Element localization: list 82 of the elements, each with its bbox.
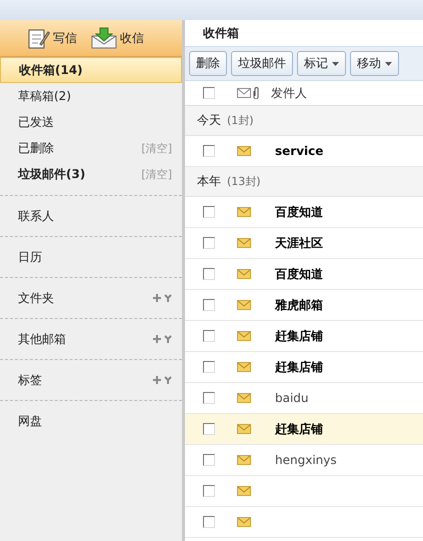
folder-item[interactable]: 收件箱(14) xyxy=(0,57,182,83)
sender-name: service xyxy=(275,144,324,158)
section-link[interactable]: 日历 xyxy=(18,248,42,266)
toolbar-button[interactable]: 移动 xyxy=(350,51,399,76)
row-checkbox[interactable] xyxy=(203,268,215,280)
toolbar-button[interactable]: 垃圾邮件 xyxy=(231,51,293,76)
message-row[interactable]: 赶集店铺 xyxy=(185,352,423,383)
plus-icon[interactable] xyxy=(153,335,161,343)
sender-name: 赶集店铺 xyxy=(275,328,323,344)
envelope-icon xyxy=(237,455,251,465)
row-checkbox[interactable] xyxy=(203,330,215,342)
row-checkbox[interactable] xyxy=(203,392,215,404)
section-link[interactable]: 联系人 xyxy=(18,208,54,224)
folder-item[interactable]: 草稿箱(2) xyxy=(0,83,182,109)
section-link[interactable]: 文件夹 xyxy=(18,290,54,306)
envelope-icon xyxy=(237,517,251,527)
compose-button[interactable]: 写信 xyxy=(28,27,77,49)
envelope-icon xyxy=(237,88,251,98)
folder-item[interactable]: 已发送 xyxy=(0,109,182,135)
envelope-icon xyxy=(237,269,251,279)
toolbar-button[interactable]: 标记 xyxy=(297,51,346,76)
message-row[interactable]: 百度知道 xyxy=(185,259,423,290)
row-checkbox[interactable] xyxy=(203,361,215,373)
select-all-checkbox[interactable] xyxy=(203,87,215,99)
group-count: (1封) xyxy=(227,113,254,128)
paperclip-icon xyxy=(253,87,259,99)
envelope-arrow-icon xyxy=(91,27,117,49)
notepad-pencil-icon xyxy=(28,27,50,49)
row-checkbox[interactable] xyxy=(203,237,215,249)
fork-icon[interactable] xyxy=(164,294,172,302)
envelope-icon xyxy=(237,331,251,341)
sender-name: 赶集店铺 xyxy=(275,420,323,438)
message-row[interactable]: 天涯社区 xyxy=(185,228,423,259)
envelope-icon xyxy=(237,393,251,403)
group-count: (13封) xyxy=(227,174,261,189)
sender-name: baidu xyxy=(275,391,309,405)
column-header[interactable]: 发件人 xyxy=(271,84,307,102)
row-checkbox[interactable] xyxy=(203,299,215,311)
folder-label: 收件箱(14) xyxy=(19,62,83,78)
folder-label: 已发送 xyxy=(18,114,54,130)
sender-name: 赶集店铺 xyxy=(275,358,323,376)
row-checkbox[interactable] xyxy=(203,485,215,497)
fork-icon[interactable] xyxy=(164,376,172,384)
sender-name: 百度知道 xyxy=(275,204,323,220)
toolbar-button[interactable]: 删除 xyxy=(189,51,227,76)
section-link[interactable]: 网盘 xyxy=(18,412,42,430)
envelope-icon xyxy=(237,300,251,310)
folder-label: 已删除 xyxy=(18,140,54,156)
row-checkbox[interactable] xyxy=(203,516,215,528)
folder-item[interactable]: 已删除 [清空] xyxy=(0,135,182,161)
message-row[interactable]: 雅虎邮箱 xyxy=(185,290,423,321)
envelope-icon xyxy=(237,207,251,217)
message-row[interactable]: 赶集店铺 xyxy=(185,321,423,352)
section-link[interactable]: 标签 xyxy=(18,372,42,388)
caret-icon xyxy=(385,62,392,66)
message-row[interactable]: 百度知道 xyxy=(185,197,423,228)
row-checkbox[interactable] xyxy=(203,423,215,435)
caret-icon xyxy=(332,62,339,66)
section-link[interactable]: 其他邮箱 xyxy=(18,330,66,348)
sender-name: 天涯社区 xyxy=(275,234,323,252)
group-label: 今天 xyxy=(197,112,221,129)
plus-icon[interactable] xyxy=(153,376,161,384)
envelope-icon xyxy=(237,238,251,248)
group-label: 本年 xyxy=(197,173,221,190)
sender-name: 雅虎邮箱 xyxy=(275,296,323,314)
row-checkbox[interactable] xyxy=(203,454,215,466)
row-checkbox[interactable] xyxy=(203,145,215,157)
plus-icon[interactable] xyxy=(153,294,161,302)
envelope-icon xyxy=(237,362,251,372)
folder-label: 垃圾邮件(3) xyxy=(18,166,86,182)
folder-item[interactable]: 垃圾邮件(3) [清空] xyxy=(0,161,182,187)
fork-icon[interactable] xyxy=(164,335,172,343)
envelope-icon xyxy=(237,424,251,434)
envelope-icon xyxy=(237,146,251,156)
folder-label: 草稿箱(2) xyxy=(18,88,71,104)
row-checkbox[interactable] xyxy=(203,206,215,218)
receive-button[interactable]: 收信 xyxy=(91,27,144,49)
message-row[interactable]: hengxinys xyxy=(185,445,423,476)
envelope-icon xyxy=(237,486,251,496)
message-row[interactable]: 赶集店铺 xyxy=(185,414,423,445)
sender-name: hengxinys xyxy=(275,453,337,467)
sender-name: 百度知道 xyxy=(275,266,323,282)
